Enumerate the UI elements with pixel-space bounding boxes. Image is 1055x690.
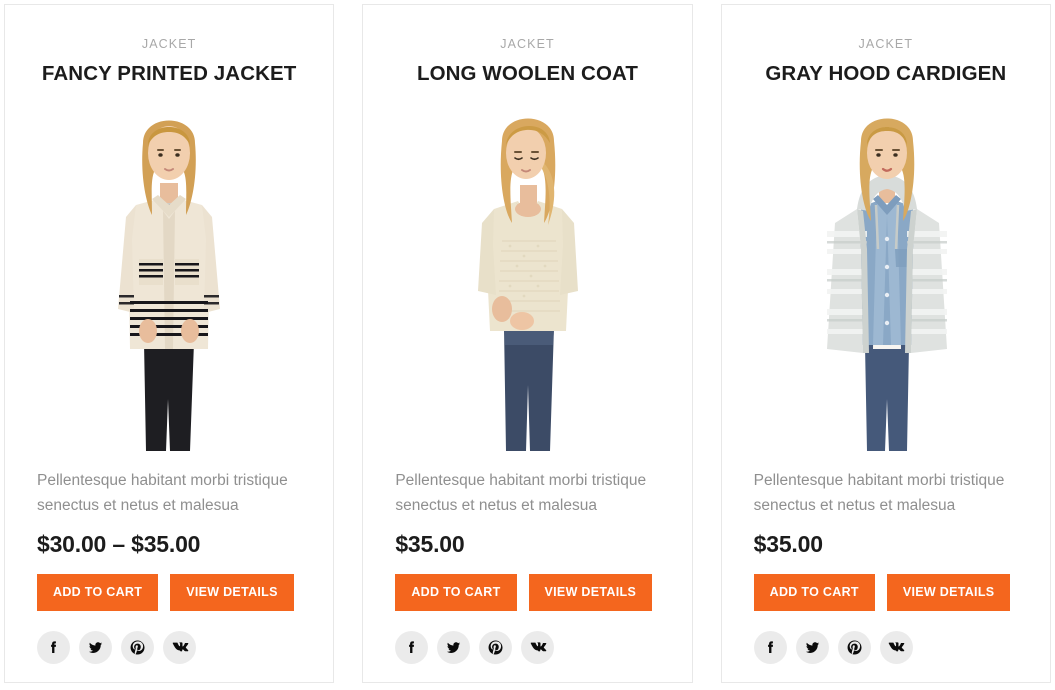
- social-share-row: [753, 631, 1018, 665]
- product-category: JACKET: [500, 37, 555, 51]
- product-actions: ADD TO CART VIEW DETAILS: [37, 574, 301, 612]
- product-grid: JACKET FANCY PRINTED JACKET Pellentesque…: [0, 0, 1055, 683]
- product-category: JACKET: [858, 37, 914, 51]
- product-price: $30.00 – $35.00: [37, 531, 201, 558]
- pinterest-icon[interactable]: [479, 631, 513, 665]
- product-details: Pellentesque habitant morbi tristique se…: [722, 469, 1050, 665]
- vk-icon[interactable]: [163, 631, 196, 665]
- product-details: Pellentesque habitant morbi tristique se…: [363, 469, 691, 665]
- product-details: Pellentesque habitant morbi tristique se…: [5, 469, 333, 665]
- facebook-icon[interactable]: [753, 631, 787, 665]
- product-card[interactable]: JACKET LONG WOOLEN COAT Pellentesque hab…: [362, 4, 693, 683]
- vk-icon[interactable]: [879, 631, 913, 665]
- pinterest-icon[interactable]: [121, 631, 154, 665]
- facebook-icon[interactable]: [37, 631, 70, 665]
- add-to-cart-button[interactable]: ADD TO CART: [37, 574, 159, 612]
- product-actions: ADD TO CART VIEW DETAILS: [753, 574, 1018, 612]
- view-details-button[interactable]: VIEW DETAILS: [170, 574, 294, 612]
- add-to-cart-button[interactable]: ADD TO CART: [753, 574, 875, 612]
- view-details-button[interactable]: VIEW DETAILS: [528, 574, 653, 612]
- twitter-icon[interactable]: [437, 631, 471, 665]
- twitter-icon[interactable]: [795, 631, 829, 665]
- product-price: $35.00: [395, 531, 465, 558]
- product-card[interactable]: JACKET FANCY PRINTED JACKET Pellentesque…: [4, 4, 335, 683]
- product-image[interactable]: [40, 99, 299, 452]
- product-image[interactable]: [398, 99, 657, 452]
- product-category: JACKET: [141, 37, 197, 51]
- product-card[interactable]: JACKET GRAY HOOD CARDIGEN Pellentesque h…: [720, 4, 1051, 683]
- product-actions: ADD TO CART VIEW DETAILS: [395, 574, 659, 612]
- product-title[interactable]: GRAY HOOD CARDIGEN: [753, 62, 1018, 86]
- view-details-button[interactable]: VIEW DETAILS: [886, 574, 1011, 612]
- product-description: Pellentesque habitant morbi tristique se…: [37, 472, 288, 514]
- product-description: Pellentesque habitant morbi tristique se…: [395, 472, 647, 514]
- product-title[interactable]: LONG WOOLEN COAT: [405, 62, 650, 86]
- add-to-cart-button[interactable]: ADD TO CART: [395, 574, 517, 612]
- product-title[interactable]: FANCY PRINTED JACKET: [30, 62, 309, 86]
- social-share-row: [37, 631, 301, 665]
- vk-icon[interactable]: [521, 631, 555, 665]
- pinterest-icon[interactable]: [837, 631, 871, 665]
- product-image[interactable]: [756, 99, 1015, 452]
- product-description: Pellentesque habitant morbi tristique se…: [753, 472, 1005, 514]
- twitter-icon[interactable]: [79, 631, 112, 665]
- product-price: $35.00: [753, 531, 823, 558]
- social-share-row: [395, 631, 659, 665]
- facebook-icon[interactable]: [395, 631, 429, 665]
